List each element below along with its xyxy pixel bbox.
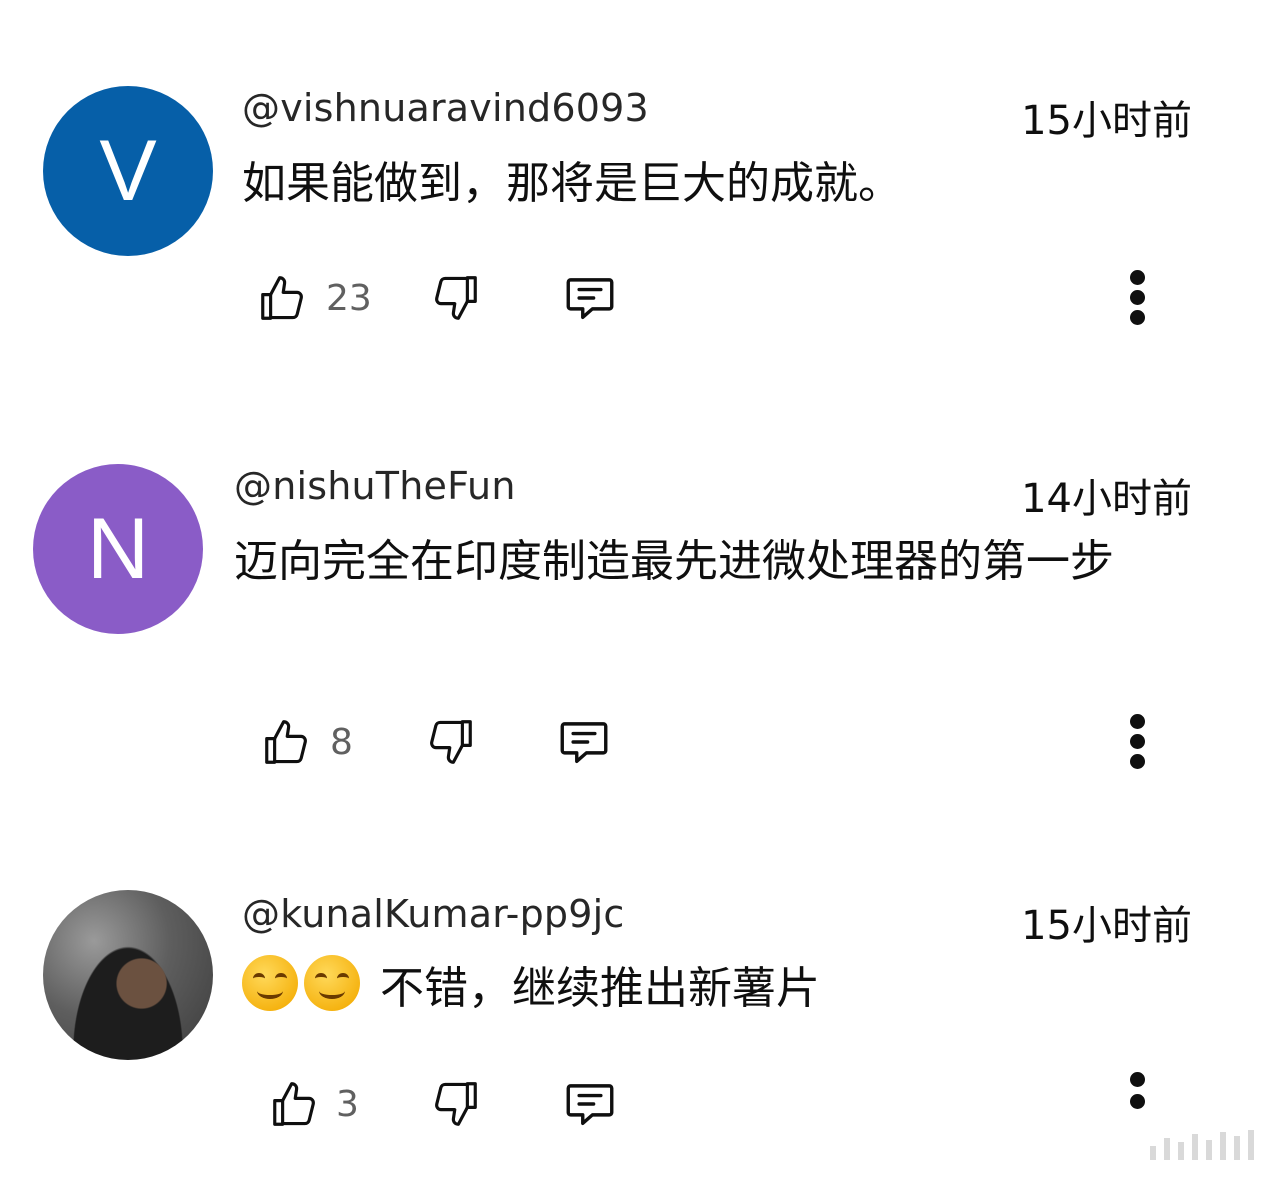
comment-author[interactable]: @nishuTheFun xyxy=(234,464,516,508)
dislike-button[interactable] xyxy=(425,1074,485,1134)
more-vertical-icon xyxy=(1130,270,1145,285)
comment-author[interactable]: @vishnuaravind6093 xyxy=(242,86,649,130)
like-button[interactable] xyxy=(253,268,313,328)
dislike-button[interactable] xyxy=(420,712,480,772)
comment-timestamp: 15小时前 xyxy=(1021,903,1192,949)
reply-button[interactable] xyxy=(554,712,614,772)
like-count: 3 xyxy=(336,1084,359,1125)
comment-timestamp: 14小时前 xyxy=(1021,476,1192,522)
watermark-bar xyxy=(1164,1138,1170,1160)
comment-actions: 3 xyxy=(0,1072,1280,1134)
watermark-bar xyxy=(1150,1146,1156,1160)
like-button[interactable] xyxy=(257,712,317,772)
thumbs-up-icon xyxy=(261,276,303,320)
more-actions-button[interactable] xyxy=(1118,266,1158,330)
comment-text: 如果能做到，那将是巨大的成就。 xyxy=(242,158,902,209)
more-vertical-icon xyxy=(1130,714,1145,729)
avatar-letter: V xyxy=(99,123,157,219)
comment-text: 不错，继续推出新薯片 xyxy=(380,963,820,1014)
reply-comment-icon xyxy=(566,278,614,320)
watermark-bar xyxy=(1248,1130,1254,1160)
comment-text: 迈向完全在印度制造最先进微处理器的第一步 xyxy=(234,536,1114,587)
comment-actions: 23 xyxy=(0,268,1280,328)
author-avatar[interactable]: V xyxy=(43,86,213,256)
comment-author[interactable]: @kunalKumar-pp9jc xyxy=(242,892,624,936)
more-dot xyxy=(1130,310,1145,325)
smiling-face-emoji xyxy=(242,955,298,1011)
more-dot xyxy=(1130,1094,1145,1109)
thumbs-down-icon xyxy=(435,276,477,320)
author-avatar-photo[interactable] xyxy=(43,890,213,1060)
smiling-face-emoji xyxy=(304,955,360,1011)
reply-button[interactable] xyxy=(560,1074,620,1134)
comment-actions: 8 xyxy=(0,712,1280,772)
watermark-bars xyxy=(1150,1120,1260,1160)
watermark-bar xyxy=(1192,1134,1198,1160)
thumbs-down-icon xyxy=(435,1082,477,1126)
watermark-bar xyxy=(1220,1132,1226,1160)
more-dot xyxy=(1130,754,1145,769)
watermark-bar xyxy=(1178,1142,1184,1160)
more-vertical-icon xyxy=(1130,1072,1145,1087)
dislike-button[interactable] xyxy=(425,268,485,328)
watermark-bar xyxy=(1234,1136,1240,1160)
reply-comment-icon xyxy=(566,1084,614,1126)
author-avatar[interactable]: N xyxy=(33,464,203,634)
reply-button[interactable] xyxy=(560,268,620,328)
thumbs-up-icon xyxy=(265,720,307,764)
more-dot xyxy=(1130,290,1145,305)
like-button[interactable] xyxy=(265,1074,325,1134)
more-actions-button[interactable] xyxy=(1118,710,1158,774)
comment-text-row: 不错，继续推出新薯片 xyxy=(242,955,1202,1023)
thumbs-up-icon xyxy=(273,1082,315,1126)
avatar-letter: N xyxy=(86,501,150,597)
reply-comment-icon xyxy=(560,722,608,764)
more-dot xyxy=(1130,734,1145,749)
like-count: 8 xyxy=(330,722,353,763)
like-count: 23 xyxy=(326,278,372,319)
comment-timestamp: 15小时前 xyxy=(1021,98,1192,144)
watermark-bar xyxy=(1206,1140,1212,1160)
thumbs-down-icon xyxy=(430,720,472,764)
